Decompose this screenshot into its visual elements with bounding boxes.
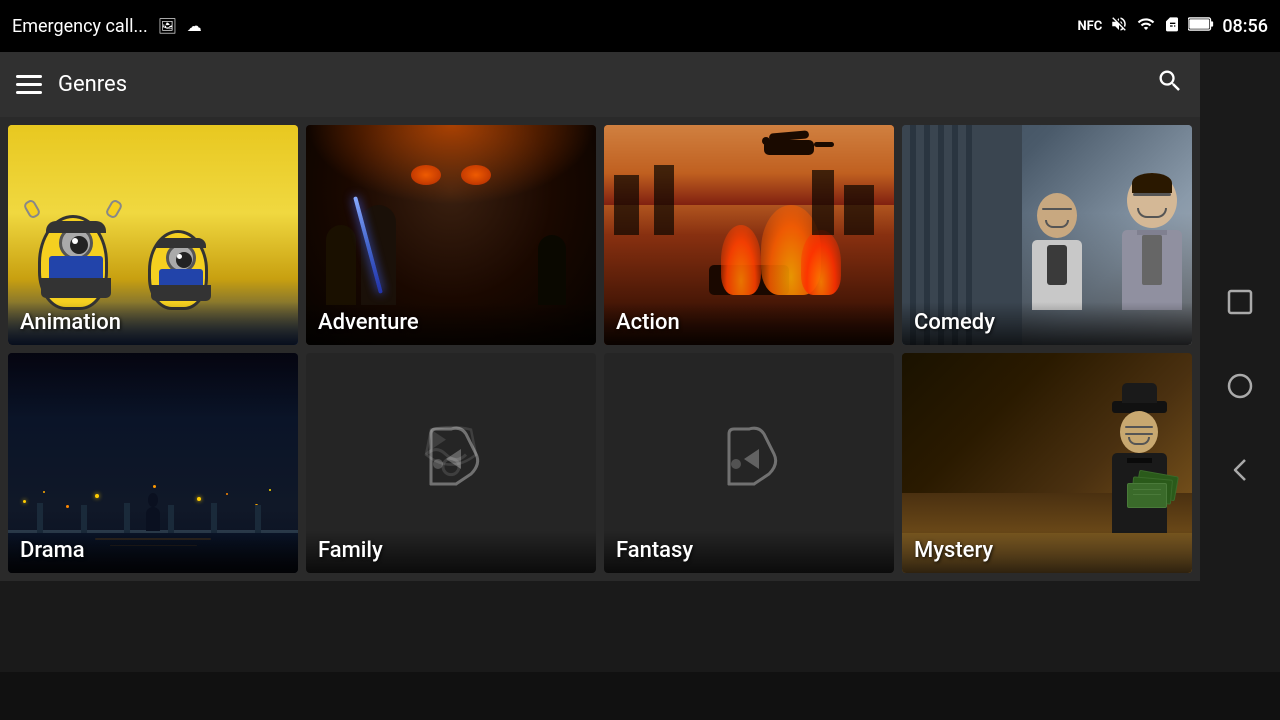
- wifi-icon: [1136, 15, 1156, 37]
- download-icon: ☁: [187, 17, 202, 35]
- genre-grid-container: Animation: [0, 117, 1200, 581]
- app-bar: Genres: [0, 52, 1200, 117]
- genre-label-mystery: Mystery: [902, 530, 1192, 573]
- genre-label-adventure: Adventure: [306, 302, 596, 345]
- menu-button[interactable]: [16, 75, 42, 94]
- genre-label-drama: Drama: [8, 530, 298, 573]
- genre-card-fantasy[interactable]: Fantasy: [604, 353, 894, 573]
- main-area: Genres: [0, 52, 1280, 720]
- nav-back-button[interactable]: [1218, 448, 1262, 492]
- nav-square-button[interactable]: [1218, 280, 1262, 324]
- genre-label-action: Action: [604, 302, 894, 345]
- search-button[interactable]: [1156, 67, 1184, 102]
- status-bar: Emergency call... 🖼 ☁ NFC 08:56: [0, 0, 1280, 52]
- genre-card-mystery[interactable]: Mystery: [902, 353, 1192, 573]
- genre-label-fantasy: Fantasy: [604, 530, 894, 573]
- status-left: Emergency call... 🖼 ☁: [12, 16, 202, 37]
- status-app-name: Emergency call...: [12, 16, 148, 37]
- genre-card-family[interactable]: Family: [306, 353, 596, 573]
- nav-circle-button[interactable]: [1218, 364, 1262, 408]
- battery-icon: [1188, 16, 1214, 36]
- photo-icon: 🖼: [158, 17, 177, 35]
- genre-card-comedy[interactable]: Comedy: [902, 125, 1192, 345]
- genre-card-drama[interactable]: Drama: [8, 353, 298, 573]
- status-right: NFC 08:56: [1078, 15, 1269, 37]
- clock: 08:56: [1222, 16, 1268, 37]
- nav-bar: [1200, 52, 1280, 720]
- mute-icon: [1110, 15, 1128, 37]
- sim-icon: [1164, 15, 1180, 37]
- genre-label-family: Family: [306, 530, 596, 573]
- nfc-icon: NFC: [1078, 19, 1103, 34]
- genre-card-adventure[interactable]: Adventure: [306, 125, 596, 345]
- genre-card-animation[interactable]: Animation: [8, 125, 298, 345]
- genre-card-action[interactable]: Action: [604, 125, 894, 345]
- bottom-bar: [0, 672, 1280, 720]
- genre-label-animation: Animation: [8, 302, 298, 345]
- content-area: Genres: [0, 52, 1200, 720]
- genre-label-comedy: Comedy: [902, 302, 1192, 345]
- page-title: Genres: [58, 72, 1140, 97]
- genre-grid: Animation: [8, 125, 1192, 573]
